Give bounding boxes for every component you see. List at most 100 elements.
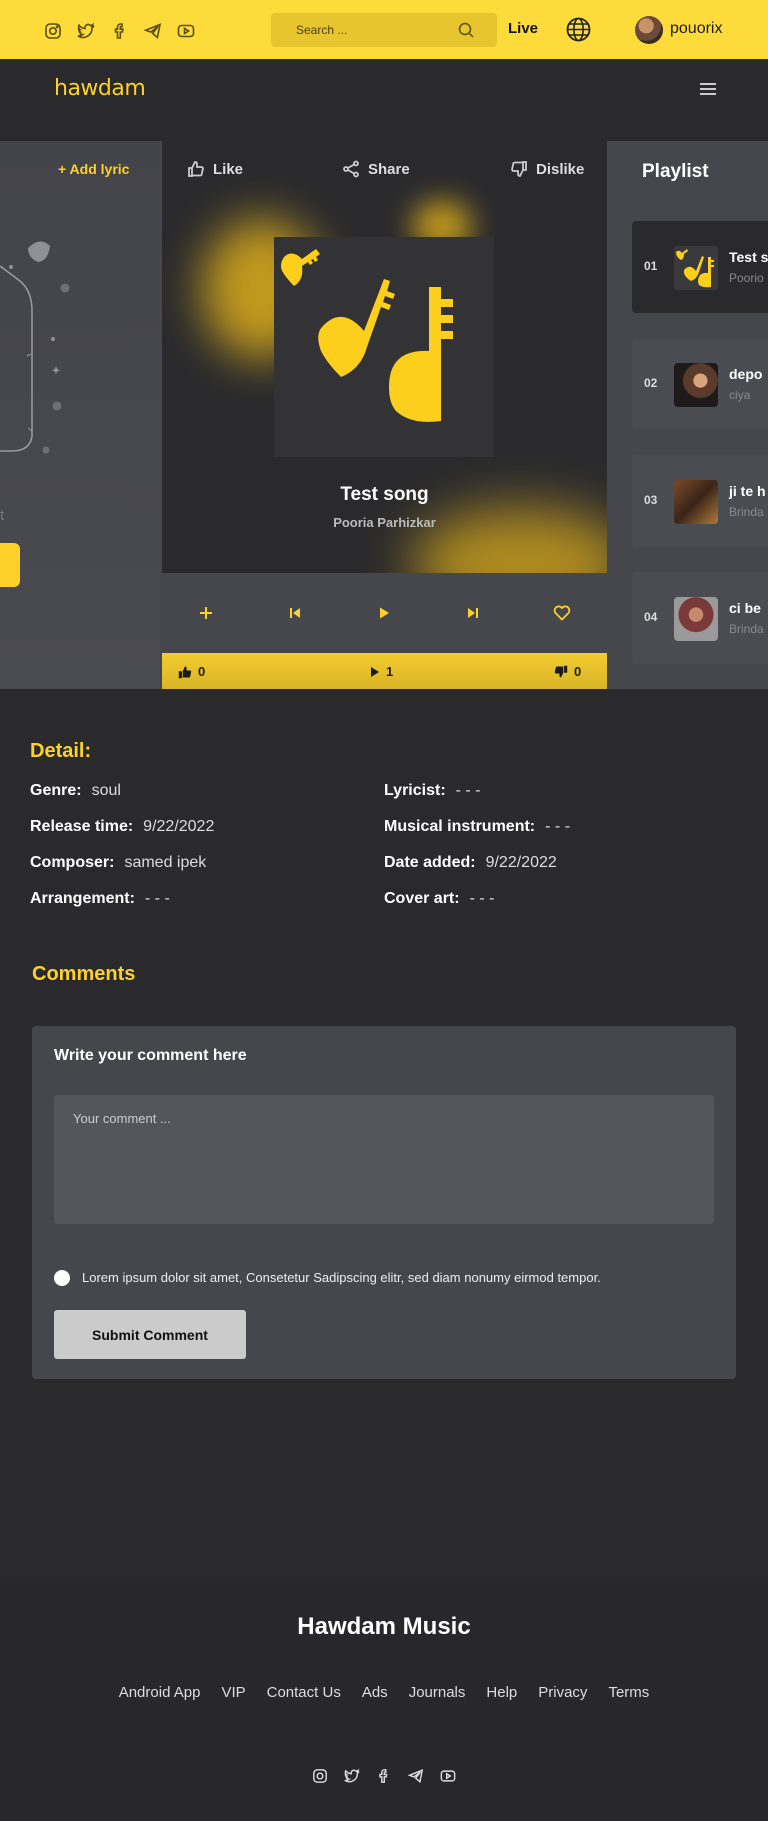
playlist-item[interactable]: 02 depo ciya [632, 338, 768, 430]
search-input[interactable]: Search ... [271, 13, 497, 47]
detail-date-added-value: 9/22/2022 [485, 854, 557, 871]
playlist-item-artist: Poorio [729, 271, 764, 285]
detail-composer-value[interactable]: samed ipek [124, 854, 206, 871]
detail-date-added: Date added: 9/22/2022 [384, 854, 557, 872]
playlist-item-thumbnail [674, 246, 718, 290]
instagram-icon[interactable] [312, 1768, 328, 1784]
playlist-item-artist: Brinda [729, 505, 764, 519]
playlist-item-name: depo [729, 366, 763, 382]
dislike-label: Dislike [536, 160, 585, 178]
detail-release-label: Release time: [30, 818, 134, 835]
detail-cover-art-label: Cover art: [384, 890, 460, 907]
playlist-item[interactable]: 04 ci be Brinda [632, 572, 768, 664]
footer-link-help[interactable]: Help [486, 1684, 517, 1701]
twitter-icon[interactable] [77, 22, 95, 40]
instagram-icon[interactable] [44, 22, 62, 40]
share-icon [343, 160, 359, 178]
like-button[interactable]: Like [187, 160, 243, 178]
footer-link-vip[interactable]: VIP [221, 1684, 245, 1701]
footer-link-privacy[interactable]: Privacy [538, 1684, 587, 1701]
top-bar: Search ... Live pouorix [0, 0, 768, 59]
globe-icon[interactable] [566, 17, 591, 42]
play-icon [371, 666, 379, 677]
footer-link-ads[interactable]: Ads [362, 1684, 388, 1701]
playlist-panel: Playlist 01 Test s Poorio 02 depo ciya 0… [607, 141, 768, 689]
facebook-icon[interactable] [111, 22, 129, 40]
detail-release: Release time: 9/22/2022 [30, 818, 214, 836]
logo[interactable]: hawdam [54, 76, 146, 101]
playlist-item[interactable]: 01 Test s Poorio [632, 221, 768, 313]
playlist-item-thumbnail [674, 363, 718, 407]
detail-genre-label: Genre: [30, 782, 82, 799]
youtube-icon[interactable] [177, 22, 195, 40]
thumbs-up-icon [178, 666, 192, 678]
detail-lyricist-value: - - - [455, 782, 481, 799]
avatar[interactable] [635, 16, 663, 44]
player-controls [162, 573, 607, 653]
detail-cover-art: Cover art: - - - [384, 890, 494, 908]
detail-release-value: 9/22/2022 [143, 818, 215, 835]
detail-lyricist: Lyricist: - - - [384, 782, 481, 800]
add-lyric-button[interactable]: + Add lyric [58, 161, 129, 177]
detail-composer-label: Composer: [30, 854, 115, 871]
dislikes-count: 0 [554, 664, 581, 679]
playlist-item-thumbnail [674, 597, 718, 641]
lyric-panel: + Add lyric t [0, 141, 160, 689]
lyric-partial-text: t [0, 507, 5, 524]
footer-link-contact-us[interactable]: Contact Us [267, 1684, 341, 1701]
footer-title: Hawdam Music [297, 1613, 471, 1640]
dislike-button[interactable]: Dislike [510, 160, 584, 178]
playlist-item[interactable]: 03 ji te h Brinda [632, 455, 768, 547]
song-stats-bar: 0 1 0 [162, 653, 607, 689]
detail-cover-art-value: - - - [469, 890, 495, 907]
footer-link-android-app[interactable]: Android App [119, 1684, 201, 1701]
thumbs-down-icon [511, 161, 527, 177]
live-link[interactable]: Live [508, 20, 538, 37]
telegram-icon[interactable] [143, 22, 162, 40]
add-to-playlist-icon[interactable] [196, 603, 216, 623]
detail-arrangement-value: - - - [144, 890, 170, 907]
like-label: Like [213, 160, 244, 178]
playlist-item-name: ci be [729, 600, 761, 616]
detail-arrangement-label: Arrangement: [30, 890, 135, 907]
thumbs-up-icon [188, 161, 204, 177]
previous-icon[interactable] [285, 603, 305, 623]
plays-count: 1 [370, 664, 393, 679]
playlist-item-number: 01 [644, 259, 658, 273]
comments-heading: Comments [32, 963, 136, 985]
playlist-item-number: 03 [644, 493, 658, 507]
album-cover [274, 237, 494, 457]
share-button[interactable]: Share [342, 160, 410, 178]
music-note-logo-icon [281, 249, 453, 422]
detail-instrument-label: Musical instrument: [384, 818, 536, 835]
youtube-icon[interactable] [440, 1768, 456, 1784]
heart-icon[interactable] [552, 603, 572, 623]
comment-input[interactable] [54, 1095, 714, 1224]
dislikes-value: 0 [574, 664, 582, 679]
footer-links: Android App VIP Contact Us Ads Journals … [0, 1684, 768, 1701]
search-icon[interactable] [457, 21, 475, 39]
playlist-item-name: ji te h [729, 483, 766, 499]
song-title: Test song [340, 484, 429, 505]
footer-link-terms[interactable]: Terms [608, 1684, 649, 1701]
twitter-icon[interactable] [344, 1768, 360, 1784]
playlist-item-thumbnail [674, 480, 718, 524]
search-placeholder: Search ... [296, 23, 348, 37]
consent-radio[interactable] [54, 1270, 70, 1286]
menu-icon[interactable] [700, 83, 716, 95]
likes-value: 0 [198, 664, 206, 679]
submit-comment-button[interactable]: Submit Comment [54, 1310, 246, 1359]
facebook-icon[interactable] [376, 1768, 392, 1784]
telegram-icon[interactable] [407, 1768, 424, 1784]
detail-arrangement: Arrangement: - - - [30, 890, 170, 908]
detail-date-added-label: Date added: [384, 854, 476, 871]
footer-link-journals[interactable]: Journals [409, 1684, 466, 1701]
next-icon[interactable] [463, 603, 483, 623]
song-artist[interactable]: Pooria Parhizkar [162, 515, 607, 530]
detail-lyricist-label: Lyricist: [384, 782, 446, 799]
decorative-illustration [0, 241, 70, 454]
play-icon[interactable] [374, 603, 394, 623]
lyric-panel-button[interactable] [0, 543, 20, 587]
playlist-item-number: 02 [644, 376, 658, 390]
username[interactable]: pouorix [670, 20, 722, 38]
